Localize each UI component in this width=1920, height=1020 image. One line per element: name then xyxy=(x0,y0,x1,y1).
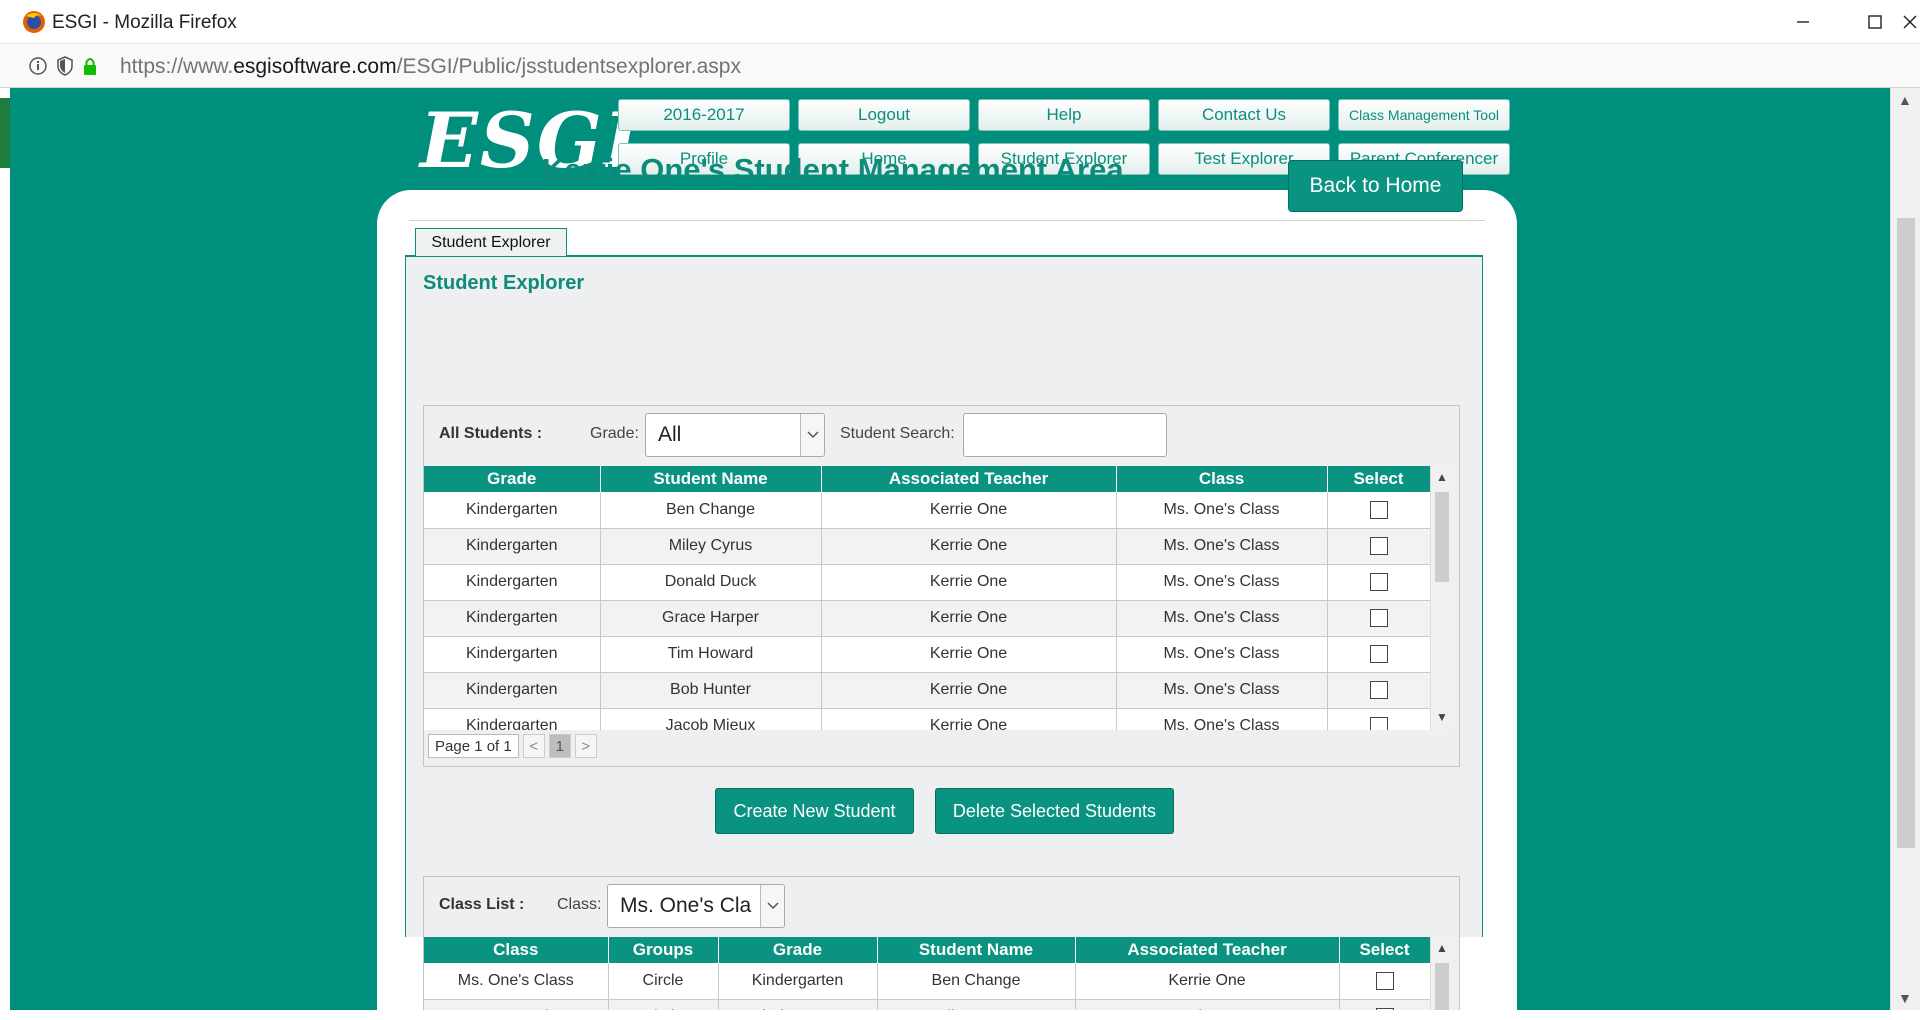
select-checkbox[interactable] xyxy=(1375,971,1394,990)
select-checkbox[interactable] xyxy=(1369,500,1388,519)
col-class[interactable]: Class xyxy=(424,937,609,963)
scrollbar-thumb[interactable] xyxy=(1435,963,1449,1010)
col-select[interactable]: Select xyxy=(1339,937,1430,963)
student-search-input[interactable] xyxy=(963,413,1167,457)
page-scrollbar[interactable]: ▲ ▼ xyxy=(1890,88,1920,1010)
scrollbar-thumb[interactable] xyxy=(1435,492,1449,582)
select-checkbox[interactable] xyxy=(1369,608,1388,627)
section-title: Student Explorer xyxy=(423,272,585,294)
students-grid: Grade Student Name Associated Teacher Cl… xyxy=(424,466,1430,730)
chevron-down-icon xyxy=(760,885,784,927)
select-checkbox[interactable] xyxy=(1369,680,1388,699)
class-header-row: Class Groups Grade Student Name Associat… xyxy=(424,937,1430,963)
select-checkbox[interactable] xyxy=(1369,644,1388,663)
lock-icon xyxy=(84,58,96,75)
delete-selected-students-button[interactable]: Delete Selected Students xyxy=(935,788,1174,834)
table-row[interactable]: Kindergarten Tim Howard Kerrie One Ms. One'… xyxy=(424,636,1430,673)
select-checkbox[interactable] xyxy=(1369,716,1388,730)
back-to-home-button[interactable]: Back to Home xyxy=(1288,160,1463,212)
all-students-label: All Students : xyxy=(439,425,543,442)
table-row[interactable]: Kindergarten Miley Cyrus Kerrie One Ms. One… xyxy=(424,528,1430,565)
scroll-up-icon[interactable]: ▲ xyxy=(1436,470,1448,484)
nav-logout-button[interactable]: Logout xyxy=(798,99,970,131)
window-title: ESGI - Mozilla Firefox xyxy=(52,12,237,33)
scroll-up-icon[interactable]: ▲ xyxy=(1898,92,1912,108)
grade-select-value: All xyxy=(658,423,682,446)
table-row[interactable]: Kindergarten Bob Hunter Kerrie One Ms. One'… xyxy=(424,672,1430,709)
nav-class-management-button[interactable]: Class Management Tool xyxy=(1338,99,1510,131)
firefox-icon xyxy=(23,11,45,33)
col-student-name[interactable]: Student Name xyxy=(600,466,822,492)
class-select-value: Ms. One's Class xyxy=(620,894,752,917)
nav-contact-button[interactable]: Contact Us xyxy=(1158,99,1330,131)
scroll-up-icon[interactable]: ▲ xyxy=(1436,941,1448,955)
pager-info: Page 1 of 1 xyxy=(428,734,519,758)
minimize-icon xyxy=(1797,21,1809,23)
table-row[interactable]: Kindergarten Ben Change Kerrie One Ms. One'… xyxy=(424,492,1430,529)
col-groups[interactable]: Groups xyxy=(608,937,719,963)
select-checkbox[interactable] xyxy=(1369,572,1388,591)
table-row[interactable]: Kindergarten Donald Duck Kerrie One Ms. One… xyxy=(424,564,1430,601)
nav-help-button[interactable]: Help xyxy=(978,99,1150,131)
site-security-indicators[interactable] xyxy=(28,56,98,76)
pager-page-button[interactable]: 1 xyxy=(548,734,571,758)
class-list-label: Class List : xyxy=(439,896,525,913)
table-row[interactable]: Kindergarten Grace Harper Kerrie One Ms. On… xyxy=(424,600,1430,637)
info-icon xyxy=(29,57,47,75)
students-grid-scrollbar[interactable]: ▲ ▼ xyxy=(1430,466,1452,730)
table-row[interactable]: Ms. One's Class Circle Kindergarten Ben Cha… xyxy=(424,963,1430,1000)
close-window-button[interactable] xyxy=(1875,0,1920,44)
class-label: Class: xyxy=(557,896,602,913)
col-select[interactable]: Select xyxy=(1327,466,1430,492)
window-bottom-edge xyxy=(0,1010,1920,1020)
col-class[interactable]: Class xyxy=(1116,466,1328,492)
pager-prev-button[interactable]: < xyxy=(522,734,545,758)
col-associated-teacher[interactable]: Associated Teacher xyxy=(1075,937,1340,963)
create-new-student-button[interactable]: Create New Student xyxy=(715,788,914,834)
address-bar[interactable]: https://www.esgisoftware.com/ESGI/Public… xyxy=(0,44,1920,88)
url-text[interactable]: https://www.esgisoftware.com/ESGI/Public… xyxy=(120,55,741,79)
scroll-down-icon[interactable]: ▼ xyxy=(1436,710,1448,724)
col-student-name[interactable]: Student Name xyxy=(877,937,1076,963)
tab-student-explorer[interactable]: Student Explorer xyxy=(415,228,567,256)
class-grid-scrollbar[interactable]: ▲ xyxy=(1430,937,1452,1010)
col-grade[interactable]: Grade xyxy=(718,937,878,963)
chevron-down-icon xyxy=(800,414,824,456)
class-grid: Class Groups Grade Student Name Associat… xyxy=(424,937,1430,1010)
close-icon xyxy=(1903,15,1917,29)
nav-year-button[interactable]: 2016-2017 xyxy=(618,99,790,131)
left-edge xyxy=(0,88,10,1020)
grade-label: Grade: xyxy=(590,425,639,442)
scroll-down-icon[interactable]: ▼ xyxy=(1898,990,1912,1006)
students-pager: Page 1 of 1 < 1 > xyxy=(428,734,597,758)
student-search-label: Student Search: xyxy=(840,425,955,442)
select-checkbox[interactable] xyxy=(1369,536,1388,555)
table-row[interactable]: Ms. One's ClassCircleKindergartenMiley C… xyxy=(424,999,1430,1010)
minimize-button[interactable] xyxy=(1768,0,1838,44)
table-row[interactable]: Kindergarten Jacob Mieux Kerrie One Ms. One… xyxy=(424,708,1430,730)
class-select[interactable]: Ms. One's Class xyxy=(607,884,785,928)
grade-select[interactable]: All xyxy=(645,413,825,457)
col-associated-teacher[interactable]: Associated Teacher xyxy=(821,466,1117,492)
page-scrollbar-thumb[interactable] xyxy=(1897,218,1915,848)
col-grade[interactable]: Grade xyxy=(424,466,601,492)
pager-next-button[interactable]: > xyxy=(574,734,597,758)
window-titlebar: ESGI - Mozilla Firefox xyxy=(0,0,1920,44)
shield-icon xyxy=(57,56,73,76)
students-header-row: Grade Student Name Associated Teacher Cl… xyxy=(424,466,1430,492)
